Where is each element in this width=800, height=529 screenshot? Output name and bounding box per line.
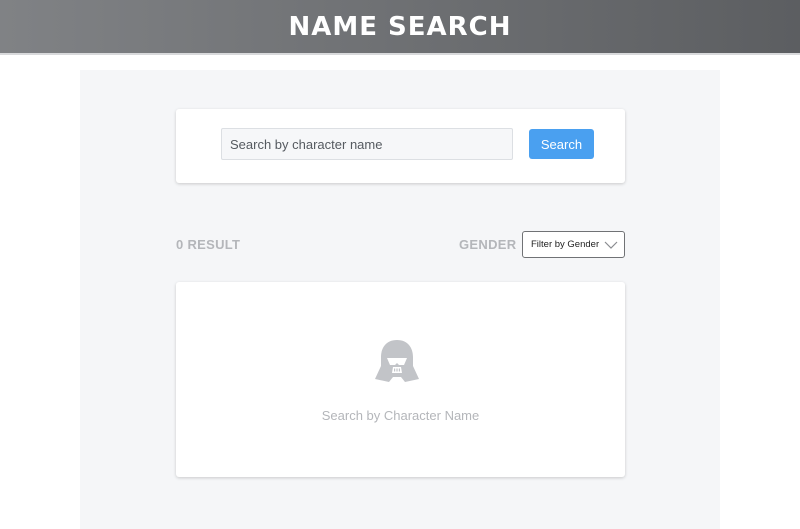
main-panel: Search 0 RESULT GENDER Filter by Gender … — [80, 70, 720, 529]
helmet-icon — [375, 340, 419, 382]
result-count: 0 RESULT — [176, 237, 241, 252]
empty-state-message: Search by Character Name — [321, 408, 480, 423]
search-card: Search — [176, 109, 625, 183]
gender-filter-select[interactable]: Filter by Gender — [522, 231, 625, 258]
results-card: Search by Character Name — [176, 282, 625, 477]
page-title: NAME SEARCH — [288, 11, 512, 42]
chevron-down-icon — [604, 241, 618, 249]
app-header: NAME SEARCH — [0, 0, 800, 55]
gender-filter-label: GENDER — [459, 237, 517, 252]
search-button[interactable]: Search — [529, 129, 594, 159]
search-input[interactable] — [221, 128, 513, 160]
gender-filter-value: Filter by Gender — [531, 239, 600, 250]
